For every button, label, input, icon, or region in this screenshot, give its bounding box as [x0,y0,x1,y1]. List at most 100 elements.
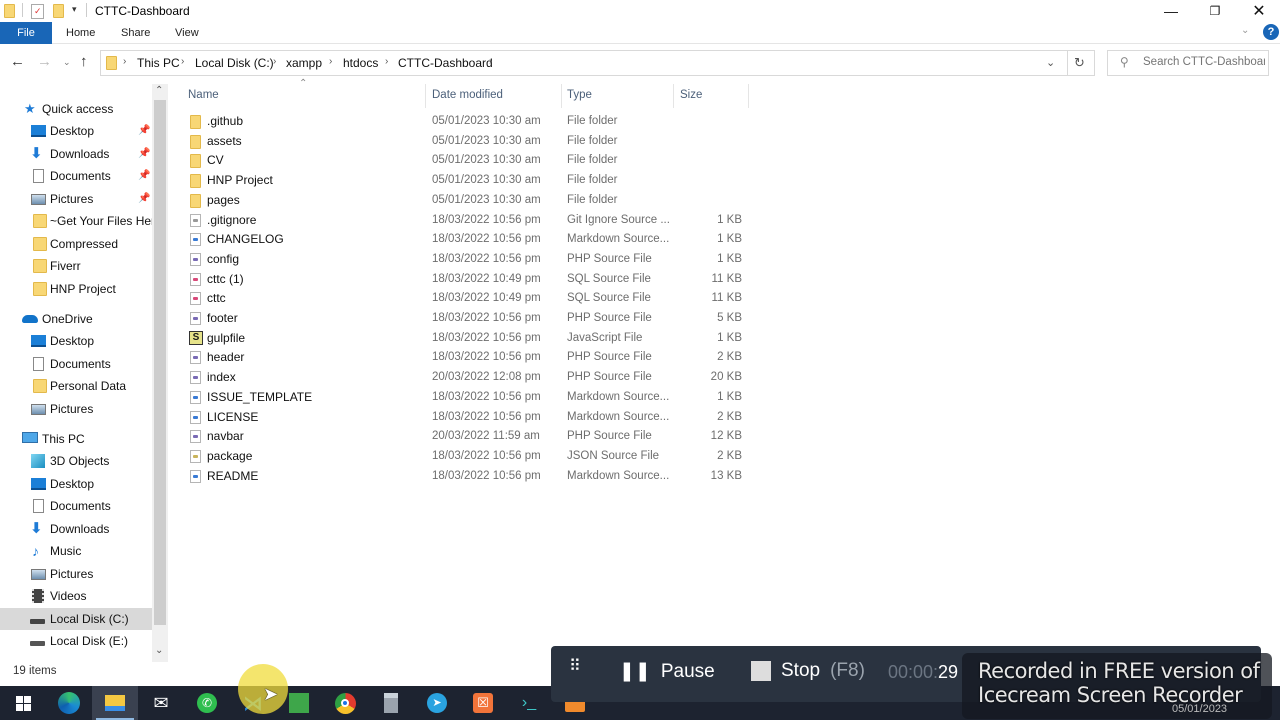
pin-icon[interactable]: 📌 [138,188,150,210]
column-header-date-modified[interactable]: Date modified [432,89,503,101]
taskbar-file-explorer[interactable] [92,686,138,720]
file-row[interactable]: LICENSE 18/03/2022 10:56 pm Markdown Sourc… [180,408,750,428]
column-divider[interactable] [425,84,426,108]
breadcrumb-separator[interactable]: › [123,56,126,67]
taskbar-calculator[interactable] [368,686,414,720]
nav-item-onedrive-pictures[interactable]: Pictures [0,398,152,420]
file-row[interactable]: index 20/03/2022 12:08 pm PHP Source File 2… [180,368,750,388]
nav-item-onedrive-desktop[interactable]: Desktop [0,330,152,352]
nav-item-pc-downloads[interactable]: ⬇ Downloads [0,518,152,540]
taskbar-mail[interactable]: ✉ [138,686,184,720]
nav-scrollbar[interactable]: ⌃ ⌄ [152,84,168,662]
file-row[interactable]: footer 18/03/2022 10:56 pm PHP Source File… [180,309,750,329]
tab-view[interactable]: View [163,22,211,44]
nav-item-compressed[interactable]: Compressed [0,233,152,255]
breadcrumb-separator[interactable]: › [181,56,184,67]
nav-item-onedrive-documents[interactable]: Documents [0,353,152,375]
help-icon[interactable]: ? [1263,24,1279,40]
breadcrumb-xampp[interactable]: xampp [286,56,322,70]
scroll-up-icon[interactable]: ⌃ [155,85,163,96]
pause-button[interactable]: ❚❚ Pause [619,660,715,683]
nav-item-fiverr[interactable]: Fiverr [0,255,152,277]
expand-ribbon-icon[interactable]: ⌄ [1241,25,1249,36]
file-row[interactable]: package 18/03/2022 10:56 pm JSON Source Fi… [180,447,750,467]
pin-icon[interactable]: 📌 [138,165,150,187]
file-row[interactable]: .github 05/01/2023 10:30 am File folder [180,112,750,132]
taskbar-telegram[interactable]: ➤ [414,686,460,720]
breadcrumb-separator[interactable]: › [385,56,388,67]
customize-quick-access-icon[interactable]: ▾ [72,4,77,15]
up-button[interactable]: ↑ [80,53,88,70]
file-row[interactable]: Sgulpfile 18/03/2022 10:56 pm JavaScript F… [180,329,750,349]
breadcrumb-local-disk-c[interactable]: Local Disk (C:) [195,56,274,70]
file-row[interactable]: pages 05/01/2023 10:30 am File folder [180,191,750,211]
search-box[interactable]: ⚲ [1107,50,1269,76]
breadcrumb-cttc-dashboard[interactable]: CTTC-Dashboard [398,56,493,70]
new-folder-icon[interactable] [53,4,64,18]
nav-item-local-disk-c[interactable]: Local Disk (C:) [0,608,152,630]
column-divider[interactable] [673,84,674,108]
nav-item-local-disk-e[interactable]: Local Disk (E:) [0,630,152,652]
file-row[interactable]: ISSUE_TEMPLATE 18/03/2022 10:56 pm Markdow… [180,388,750,408]
file-row[interactable]: navbar 20/03/2022 11:59 am PHP Source File… [180,427,750,447]
close-button[interactable]: ✕ [1236,0,1280,22]
file-row[interactable]: README 18/03/2022 10:56 pm Markdown Source… [180,467,750,487]
taskbar-whatsapp[interactable]: ✆ [184,686,230,720]
start-button[interactable] [0,686,46,720]
taskbar-xampp[interactable]: ☒ [460,686,506,720]
breadcrumb-this-pc[interactable]: This PC [137,56,180,70]
column-divider[interactable] [748,84,749,108]
file-row[interactable]: header 18/03/2022 10:56 pm PHP Source File… [180,348,750,368]
address-bar[interactable]: › This PC › Local Disk (C:) › xampp › ht… [100,50,1095,76]
search-input[interactable] [1143,56,1265,68]
nav-quick-access[interactable]: ★ Quick access [0,98,152,120]
minimize-button[interactable]: — [1148,0,1194,22]
nav-item-desktop[interactable]: Desktop 📌 [0,120,152,142]
forward-button[interactable]: → [37,53,52,70]
nav-item-personal-data[interactable]: Personal Data [0,375,152,397]
nav-item-documents[interactable]: Documents 📌 [0,165,152,187]
breadcrumb-separator[interactable]: › [329,56,332,67]
nav-item-videos[interactable]: Videos [0,585,152,607]
taskbar-edge[interactable] [46,686,92,720]
column-header-size[interactable]: Size [680,89,702,101]
tab-file[interactable]: File [0,22,52,44]
nav-item-pc-desktop[interactable]: Desktop [0,473,152,495]
nav-item-pictures[interactable]: Pictures 📌 [0,188,152,210]
breadcrumb-htdocs[interactable]: htdocs [343,56,378,70]
nav-onedrive[interactable]: OneDrive [0,308,152,330]
drag-handle-icon[interactable]: ⠿ [569,659,583,675]
scrollbar-thumb[interactable] [154,100,166,625]
nav-this-pc[interactable]: This PC [0,428,152,450]
file-row[interactable]: cttc 18/03/2022 10:49 pm SQL Source File 11… [180,289,750,309]
file-row[interactable]: CV 05/01/2023 10:30 am File folder [180,151,750,171]
nav-item-pc-documents[interactable]: Documents [0,495,152,517]
taskbar-chrome[interactable] [322,686,368,720]
restore-button[interactable]: ❐ [1192,0,1238,22]
file-row[interactable]: cttc (1) 18/03/2022 10:49 pm SQL Source Fi… [180,270,750,290]
nav-item-get-your-files-here[interactable]: ~Get Your Files Here [0,210,162,232]
nav-item-pc-pictures[interactable]: Pictures [0,563,152,585]
refresh-icon[interactable]: ↻ [1074,55,1085,71]
nav-item-hnp-project[interactable]: HNP Project [0,278,152,300]
recent-locations-button[interactable]: ⌄ [63,57,71,68]
stop-button[interactable]: Stop (F8) [751,660,865,682]
nav-item-downloads[interactable]: ⬇ Downloads 📌 [0,143,152,165]
address-history-dropdown[interactable]: ⌄ [1046,56,1055,69]
column-header-type[interactable]: Type [567,89,592,101]
file-row[interactable]: .gitignore 18/03/2022 10:56 pm Git Ignore … [180,211,750,231]
properties-icon[interactable]: ✓ [31,4,44,19]
column-divider[interactable] [561,84,562,108]
column-header-name[interactable]: Name [188,89,219,101]
breadcrumb-separator[interactable]: › [489,56,492,67]
nav-item-3d-objects[interactable]: 3D Objects [0,450,152,472]
file-row[interactable]: assets 05/01/2023 10:30 am File folder [180,132,750,152]
scroll-down-icon[interactable]: ⌄ [155,645,163,656]
taskbar-terminal-app[interactable]: ›_ [506,686,552,720]
file-row[interactable]: config 18/03/2022 10:56 pm PHP Source File… [180,250,750,270]
tab-share[interactable]: Share [109,22,162,44]
tab-home[interactable]: Home [54,22,107,44]
file-row[interactable]: HNP Project 05/01/2023 10:30 am File folde… [180,171,750,191]
pin-icon[interactable]: 📌 [138,143,150,165]
pin-icon[interactable]: 📌 [138,120,150,142]
